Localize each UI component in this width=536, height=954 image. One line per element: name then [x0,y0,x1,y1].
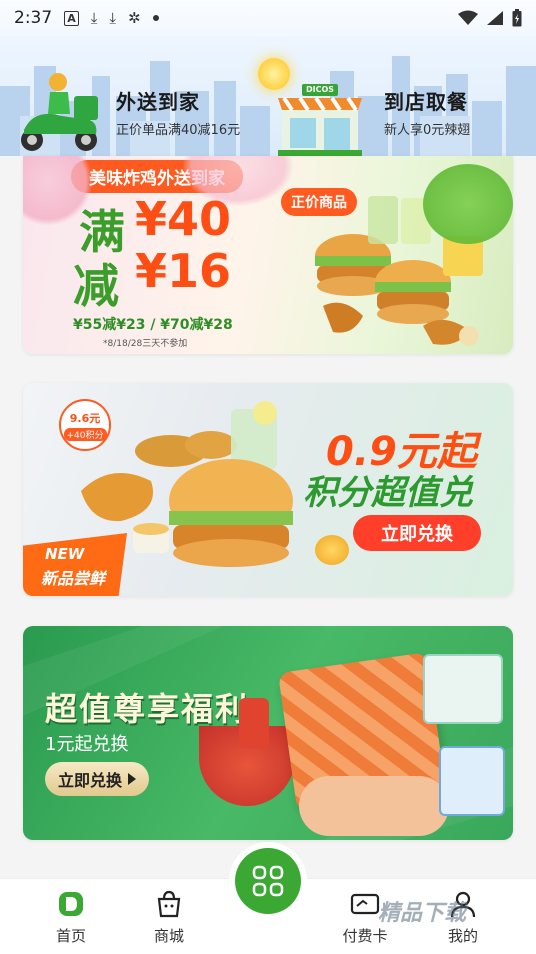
delivery-promo-banner[interactable]: 美味炸鸡外送到家 满 减 ¥40 ¥16 ¥55减¥23 / ¥70减¥28 *… [23,156,513,354]
hand-illustration [299,776,449,836]
benefits-title: 超值尊享福利 [45,690,250,728]
shopping-bag-icon [157,890,181,918]
tissue-box-illustration [439,746,505,816]
promo-char-minus: 减 [73,259,119,313]
points-redeem-banner[interactable]: 9.6元 +40积分 0.9元起 积分超值兑 立即兑换 NEW 新品尝鲜 [23,383,513,596]
new-badge-cn: 新品尝鲜 [41,569,106,588]
redeem-subtitle: 积分超值兑 [303,473,473,513]
pickup-subtitle: 新人享0元辣翅 [384,123,471,138]
nav-label-profile: 我的 [447,927,478,945]
coin-stack-illustration [315,535,349,565]
pickup-title: 到店取餐 [384,90,468,114]
new-badge: NEW 新品尝鲜 [23,533,127,596]
a-icon: A [64,10,79,26]
download-icon: ⤓ [109,9,116,27]
nav-label-paid-card: 付费卡 [342,927,388,945]
center-scan-button[interactable] [235,848,301,914]
download-icon: ⤓ [90,9,98,27]
promo-note: *8/18/28三天不参加 [103,339,188,349]
bug-icon: ✲ [127,9,141,27]
promo-amount-threshold: ¥40 [135,192,232,246]
promo-tiers: ¥55减¥23 / ¥70减¥28 [73,317,233,333]
delivery-subtitle: 正价单品满40减16元 [116,123,241,138]
play-arrow-icon [128,773,136,785]
benefits-subtitle: 1元起兑换 [45,734,129,755]
store-illustration[interactable]: DICOS [278,84,362,156]
lemon-drink-illustration [368,196,398,244]
benefits-redeem-button[interactable]: 立即兑换 [45,762,149,796]
store-sign: DICOS [306,85,335,94]
tissue-pack-illustration [423,654,503,724]
nav-label-home: 首页 [55,927,86,945]
home-icon [59,892,83,916]
dot-icon [152,15,159,21]
battery-icon [512,9,522,27]
service-header: 外送到家 正价单品满40减16元 DICOS 到店取餐 新人享0元辣翅 [0,36,536,156]
qr-grid-icon [252,865,284,897]
new-badge-en: NEW [45,545,85,563]
redeem-now-button[interactable]: 立即兑换 [353,515,481,551]
regular-price-tag: 正价商品 [281,188,357,216]
pickup-service[interactable]: 到店取餐 新人享0元辣翅 [384,86,470,138]
status-bar: 2:37 A ⤓ ⤓ ✲ [0,0,536,36]
promo-amount-discount: ¥16 [135,244,232,298]
delivery-title: 外送到家 [116,90,200,114]
watermark-text: 精品下载 [378,901,467,926]
benefits-redeem-label: 立即兑换 [57,771,122,790]
wifi-icon [458,10,478,25]
signal-icon [487,11,503,25]
app-screen: 2:37 A ⤓ ⤓ ✲ 外送到家 正价单品满40减16元 DICOS 到店取餐… [0,0,536,954]
card-icon [350,893,380,915]
nav-item-mall[interactable]: 商城 [134,889,204,946]
green-tree-decoration [423,164,513,244]
member-benefits-banner[interactable]: 超值尊享福利 1元起兑换 立即兑换 [23,626,513,840]
sauce-bottle-illustration [239,698,269,748]
nav-label-mall: 商城 [153,927,184,945]
status-time: 2:37 [14,8,53,28]
nav-item-home[interactable]: 首页 [36,889,106,946]
delivery-scooter-illustration[interactable] [14,68,104,154]
delivery-service[interactable]: 外送到家 正价单品满40减16元 [116,86,240,138]
